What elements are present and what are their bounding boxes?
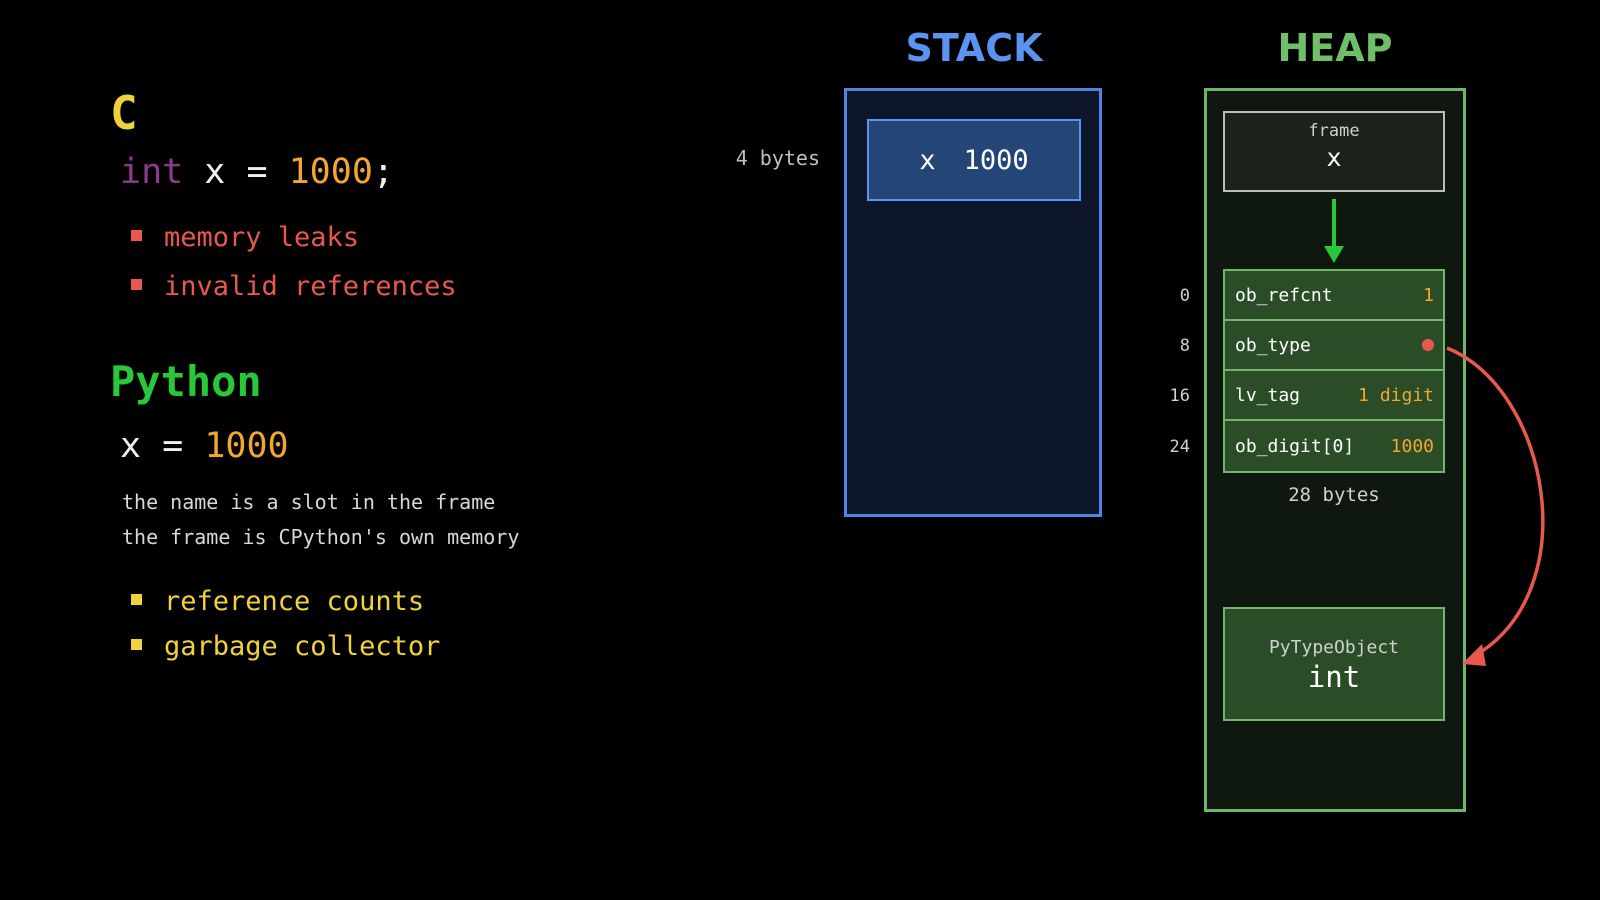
field-row-lv-tag: lv_tag 1 digit — [1225, 371, 1443, 421]
field-offset: 24 — [1169, 437, 1190, 457]
c-keyword: int — [120, 152, 184, 192]
python-bullet-1: reference counts — [131, 586, 424, 617]
field-name: ob_digit[0] — [1235, 435, 1355, 457]
object-size-label: 28 bytes — [1288, 484, 1380, 506]
stack-slot-x: x 1000 — [867, 119, 1081, 201]
py-assign-op: = — [162, 426, 184, 466]
bullet-square-icon — [131, 639, 142, 650]
heap-title: HEAP — [1277, 26, 1393, 70]
field-value: 1 — [1423, 284, 1434, 306]
c-value: 1000 — [288, 152, 373, 192]
c-bullet-1: memory leaks — [131, 222, 359, 253]
python-heading: Python — [110, 357, 262, 406]
type-object-box: PyTypeObject int — [1223, 607, 1445, 721]
frame-box: frame x — [1223, 111, 1445, 192]
field-row-ob-type: ob_type — [1225, 321, 1443, 371]
field-offset: 0 — [1179, 286, 1190, 306]
stack-slot-value: 1000 — [963, 144, 1029, 176]
field-name: ob_refcnt — [1235, 284, 1333, 306]
field-offset: 8 — [1179, 336, 1190, 356]
c-var-name: x — [204, 152, 226, 192]
python-note-2: the frame is CPython's own memory — [122, 525, 520, 549]
field-offset: 16 — [1169, 386, 1190, 406]
c-bullet-2: invalid references — [131, 271, 457, 302]
c-bullet-text: invalid references — [164, 271, 457, 302]
field-value: 1 digit — [1358, 384, 1434, 406]
field-row-ob-refcnt: ob_refcnt 1 — [1225, 271, 1443, 321]
python-bullet-2: garbage collector — [131, 631, 440, 662]
field-name: ob_type — [1235, 334, 1311, 356]
field-name: lv_tag — [1235, 384, 1301, 406]
field-row-ob-digit: ob_digit[0] 1000 — [1225, 421, 1443, 471]
python-bullet-text: garbage collector — [164, 631, 441, 662]
bullet-square-icon — [131, 279, 142, 290]
stack-title: STACK — [905, 26, 1043, 70]
field-value: 1000 — [1390, 435, 1434, 457]
c-heading: C — [110, 86, 138, 140]
c-assign-op: = — [246, 152, 268, 192]
py-var-name: x — [120, 426, 142, 466]
python-code-line: x = 1000 — [120, 426, 289, 466]
type-object-name: int — [1307, 660, 1361, 694]
bullet-square-icon — [131, 230, 142, 241]
stack-slot-name: x — [919, 144, 936, 176]
type-object-label: PyTypeObject — [1268, 637, 1400, 658]
c-semicolon: ; — [372, 152, 394, 192]
c-code-line: int x = 1000; — [120, 152, 394, 192]
int-object: ob_refcnt 1 ob_type lv_tag 1 digit ob_di… — [1223, 269, 1445, 473]
py-value: 1000 — [204, 426, 289, 466]
stack-size-label: 4 bytes — [735, 146, 820, 170]
python-note-1: the name is a slot in the frame — [122, 490, 496, 514]
c-bullet-text: memory leaks — [164, 222, 360, 253]
pointer-dot-icon — [1422, 339, 1434, 351]
python-bullet-text: reference counts — [164, 586, 425, 617]
bullet-square-icon — [131, 594, 142, 605]
frame-label: frame — [1308, 121, 1360, 141]
frame-var: x — [1326, 143, 1342, 172]
